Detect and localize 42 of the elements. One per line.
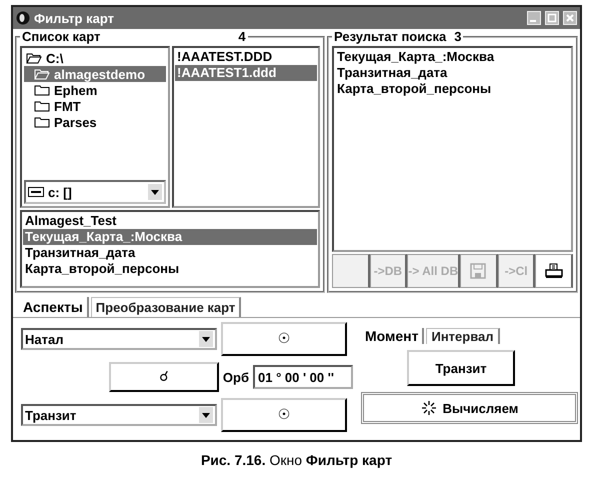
orb-field[interactable]: 01 ° 00 ' 00 '' (253, 365, 353, 389)
transit-button[interactable]: Транзит (407, 350, 515, 386)
spark-icon (420, 400, 437, 416)
result-count: 3 (454, 29, 462, 44)
orb-label: Орб (222, 370, 249, 384)
folder-icon (34, 84, 50, 96)
planet-dropdown[interactable]: Натал (21, 328, 217, 350)
compute-button[interactable]: Вычисляем (361, 392, 578, 424)
printer-icon (544, 263, 563, 279)
tab[interactable]: Преобразование карт (90, 297, 242, 317)
file-item[interactable]: !AAATEST1.ddd (175, 65, 317, 81)
chart-item[interactable]: Almagest_Test (23, 213, 317, 229)
open-folder-icon (26, 52, 42, 64)
figure-caption: Рис. 7.16. Окно Фильтр карт (200, 452, 392, 468)
folder-icon (34, 100, 50, 112)
folder-item[interactable]: almagestdemo (24, 66, 166, 82)
app-icon (16, 11, 30, 25)
drive-icon (28, 187, 44, 197)
chart-item[interactable]: Транзитная_дата (23, 245, 317, 261)
group-title: Список карт (22, 29, 100, 44)
result-item[interactable]: Текущая_Карта_:Москва (335, 49, 570, 65)
open-folder-icon (34, 68, 50, 80)
file-item[interactable]: !AAATEST.DDD (175, 49, 317, 65)
folder-item[interactable]: Ephem (24, 82, 166, 98)
folder-item[interactable]: Parses (24, 114, 166, 130)
aspect-button[interactable]: ☌ (108, 362, 219, 392)
chart-count: 4 (238, 29, 246, 44)
planet-button[interactable]: ☉ (221, 322, 347, 356)
result-item[interactable]: Транзитная_дата (335, 65, 570, 81)
planet-dropdown[interactable]: Транзит (21, 404, 217, 426)
folder-item[interactable]: C:\ (24, 50, 166, 66)
planet-button[interactable]: ☉ (221, 398, 347, 432)
print-button[interactable] (535, 254, 574, 288)
folder-item[interactable]: FMT (24, 98, 166, 114)
chart-item[interactable]: Карта_второй_персоны (23, 261, 317, 277)
result-item[interactable]: Карта_второй_персоны (335, 81, 570, 97)
drive-dropdown[interactable]: c: [] (24, 180, 166, 204)
tab[interactable]: Интервал (426, 328, 500, 344)
group-title: Результат поиска (334, 29, 446, 44)
folder-icon (34, 116, 50, 128)
chart-item[interactable]: Текущая_Карта_:Москва (23, 229, 317, 245)
window-title: Фильтр карт (34, 10, 114, 26)
